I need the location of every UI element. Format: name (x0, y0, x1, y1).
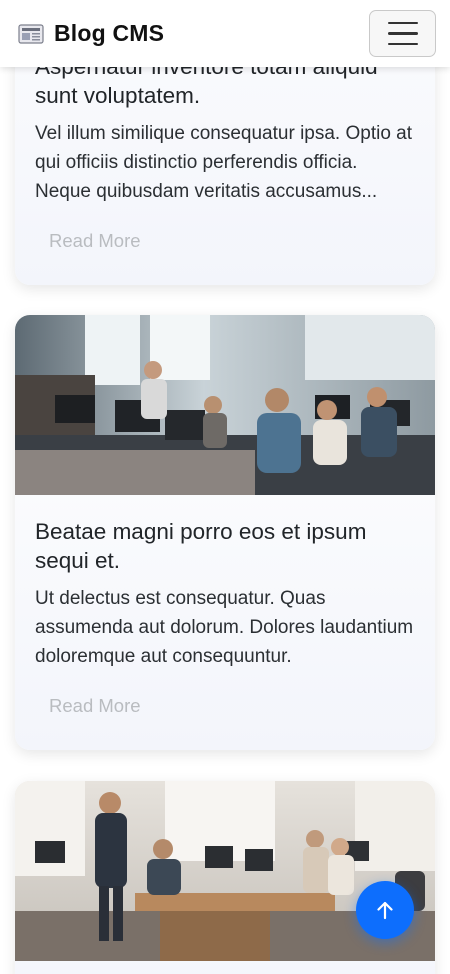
hamburger-menu-icon (387, 21, 418, 25)
post-excerpt: Ut delectus est consequatur. Quas assume… (35, 588, 414, 667)
navbar: Blog CMS (0, 0, 450, 67)
post-title[interactable]: Beatae magni porro eos et ipsum sequi et… (35, 495, 415, 575)
scroll-to-top-button[interactable] (356, 881, 414, 939)
brand-title: Blog CMS (54, 20, 165, 46)
newspaper-icon (18, 23, 44, 44)
arrow-up-icon (377, 901, 393, 920)
post-card: Beatae magni porro eos et ipsum sequi et… (15, 315, 435, 750)
post-card (15, 781, 435, 974)
office-team-photo (15, 315, 435, 495)
brand[interactable]: Blog CMS (18, 20, 164, 47)
read-more-link[interactable]: Read More (49, 695, 141, 717)
menu-toggle-button[interactable] (369, 10, 436, 57)
read-more-link[interactable]: Read More (49, 230, 141, 252)
post-excerpt: Vel illum similique consequatur ipsa. Op… (35, 123, 413, 202)
